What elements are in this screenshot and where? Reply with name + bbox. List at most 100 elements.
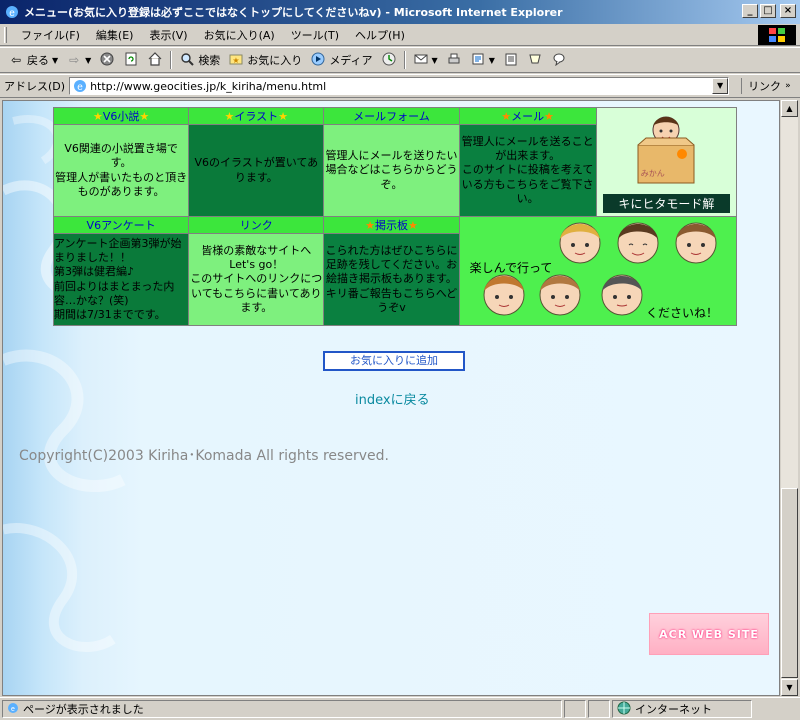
toolbar-grip	[4, 26, 7, 43]
faces-cell: 楽しんで行って くださいね！	[458, 216, 738, 326]
copyright-text: Copyright(C)2003 Kiriha･Komada All right…	[19, 448, 389, 464]
link-title[interactable]: リンク	[240, 219, 273, 232]
star-icon: ★	[139, 110, 150, 123]
edit-dropdown-icon[interactable]: ▼	[489, 56, 495, 65]
internet-globe-icon	[617, 701, 631, 718]
search-button[interactable]: 検索	[175, 50, 224, 70]
menu-header-illust[interactable]: ★イラスト★	[188, 107, 325, 125]
link-desc-text: 皆様の素敵なサイトへLet's go！ このサイトへのリンクについてもこちらに書…	[190, 243, 323, 314]
media-icon	[310, 52, 326, 68]
maximize-button[interactable]: □	[760, 4, 776, 18]
mail-icon	[413, 52, 429, 68]
links-toolbar[interactable]: リンク	[741, 78, 781, 94]
stop-icon	[99, 52, 115, 68]
address-dropdown-icon[interactable]: ▼	[712, 78, 729, 94]
refresh-icon	[123, 52, 139, 68]
survey-desc-text: アンケート企画第3弾が始まりました！！ 第3弾は健君編♪ 前回よりはまとまった内…	[54, 236, 182, 322]
mailform-desc-text: 管理人にメールを送りたい場合などはこちらからどうぞ。	[325, 149, 458, 191]
home-icon	[147, 52, 163, 68]
bbs-title[interactable]: 掲示板	[375, 219, 408, 232]
minimize-button[interactable]: _	[742, 4, 758, 18]
back-dropdown-icon[interactable]: ▼	[52, 56, 58, 65]
star-icon: ★	[92, 110, 103, 123]
mail-button[interactable]: ▼	[409, 50, 442, 70]
print-button[interactable]	[442, 50, 466, 70]
back-arrow-icon: ⇦	[10, 53, 22, 67]
star-icon: ★	[365, 219, 375, 232]
menu-header-mail[interactable]: ★メール★	[458, 107, 597, 125]
survey-title[interactable]: V6アンケート	[87, 219, 156, 232]
back-to-index-link[interactable]: indexに戻る	[355, 389, 430, 408]
menu-help[interactable]: ヘルプ(H)	[347, 25, 413, 45]
status-message: ページが表示されました	[23, 703, 144, 716]
edit-button[interactable]: ▼	[466, 50, 499, 70]
menu-file[interactable]: ファイル(F)	[13, 25, 88, 45]
status-pane-empty	[564, 700, 586, 718]
research-button[interactable]	[523, 50, 547, 70]
standard-toolbar: ⇦ 戻る ▼ ⇨ ▼ 検索 ★ お気に入り メディア ▼ ▼	[0, 47, 800, 73]
address-url[interactable]: http://www.geocities.jp/k_kiriha/menu.ht…	[90, 80, 326, 93]
star-icon: ★	[407, 219, 418, 232]
novel-title[interactable]: V6小説	[103, 110, 140, 123]
back-label: 戻る	[27, 54, 49, 67]
back-button[interactable]: ⇦ 戻る ▼	[4, 50, 62, 70]
favorites-button[interactable]: ★ お気に入り	[224, 50, 306, 70]
address-input[interactable]: e http://www.geocities.jp/k_kiriha/menu.…	[69, 77, 730, 95]
forward-button[interactable]: ⇨ ▼	[62, 50, 95, 70]
page-icon: e	[72, 78, 88, 94]
menu-header-mailform[interactable]: メールフォーム	[323, 107, 460, 125]
novel-description: V6関連の小説置き場です。 管理人が書いたものと頂きものがあります。	[52, 124, 190, 217]
forward-dropdown-icon[interactable]: ▼	[85, 56, 91, 65]
favorites-label: お気に入り	[247, 54, 303, 67]
mailform-title[interactable]: メールフォーム	[353, 110, 430, 123]
link-description: 皆様の素敵なサイトへLet's go！ このサイトへのリンクについてもこちらに書…	[188, 233, 325, 326]
member-faces-illustration	[483, 222, 717, 316]
scroll-up-icon[interactable]: ▲	[781, 100, 798, 117]
favorites-icon: ★	[228, 52, 244, 68]
star-icon: ★	[501, 110, 512, 123]
star-icon: ★	[278, 110, 289, 123]
stop-button[interactable]	[95, 50, 119, 70]
svg-text:e: e	[11, 706, 15, 713]
vertical-scrollbar[interactable]: ▲ ▼	[781, 100, 798, 696]
menu-table: ★V6小説★ ★イラスト★ メールフォーム ★メール★ みかん キにヒタモード解…	[52, 107, 738, 326]
toolbar-separator	[170, 51, 173, 69]
window-title: メニュー(お気に入り登録は必ずここではなくトップにしてくださいねv) - Mic…	[24, 6, 563, 19]
mail-dropdown-icon[interactable]: ▼	[432, 56, 438, 65]
links-chevron-icon[interactable]: »	[785, 81, 791, 91]
menu-header-survey[interactable]: V6アンケート	[52, 216, 190, 234]
home-button[interactable]	[143, 50, 167, 70]
survey-description: アンケート企画第3弾が始まりました！！ 第3弾は健君編♪ 前回よりはまとまった内…	[52, 233, 190, 326]
menu-view[interactable]: 表示(V)	[141, 25, 195, 45]
bbs-desc-text: こられた方はぜひこちらに足跡を残してください。お絵描き掲示板もあります。 キリ番…	[325, 243, 458, 314]
acr-banner-link[interactable]: ACR WEB SITE	[649, 613, 769, 655]
scroll-down-icon[interactable]: ▼	[781, 679, 798, 696]
search-label: 検索	[198, 54, 221, 67]
refresh-button[interactable]	[119, 50, 143, 70]
messenger-button[interactable]	[547, 50, 571, 70]
menu-edit[interactable]: 編集(E)	[88, 25, 142, 45]
menu-header-link[interactable]: リンク	[188, 216, 325, 234]
mail-title[interactable]: メール	[511, 110, 544, 123]
illust-title[interactable]: イラスト	[234, 110, 278, 123]
menu-header-novel[interactable]: ★V6小説★	[52, 107, 190, 125]
illust-description: V6のイラストが置いてあります。	[188, 124, 325, 217]
mascot-cell: みかん キにヒタモード解	[595, 107, 738, 217]
media-button[interactable]: メディア	[306, 50, 376, 70]
add-favorite-button[interactable]: お気に入りに追加	[323, 351, 465, 371]
status-bar: e ページが表示されました インターネット	[0, 697, 800, 720]
svg-text:★: ★	[233, 56, 240, 65]
discuss-button[interactable]	[499, 50, 523, 70]
page-viewport: ★V6小説★ ★イラスト★ メールフォーム ★メール★ みかん キにヒタモード解…	[2, 100, 780, 696]
menu-favorites[interactable]: お気に入り(A)	[196, 25, 283, 45]
history-icon	[381, 52, 397, 68]
menu-header-bbs[interactable]: ★掲示板★	[323, 216, 460, 234]
menu-bar: ファイル(F) 編集(E) 表示(V) お気に入り(A) ツール(T) ヘルプ(…	[0, 24, 800, 46]
history-button[interactable]	[377, 50, 401, 70]
illust-desc-text: V6のイラストが置いてあります。	[194, 156, 319, 184]
menu-tools[interactable]: ツール(T)	[283, 25, 347, 45]
forward-arrow-icon: ⇨	[69, 53, 80, 67]
bbs-description: こられた方はぜひこちらに足跡を残してください。お絵描き掲示板もあります。 キリ番…	[323, 233, 460, 326]
close-button[interactable]: ×	[780, 4, 796, 18]
scroll-thumb[interactable]	[781, 488, 798, 678]
